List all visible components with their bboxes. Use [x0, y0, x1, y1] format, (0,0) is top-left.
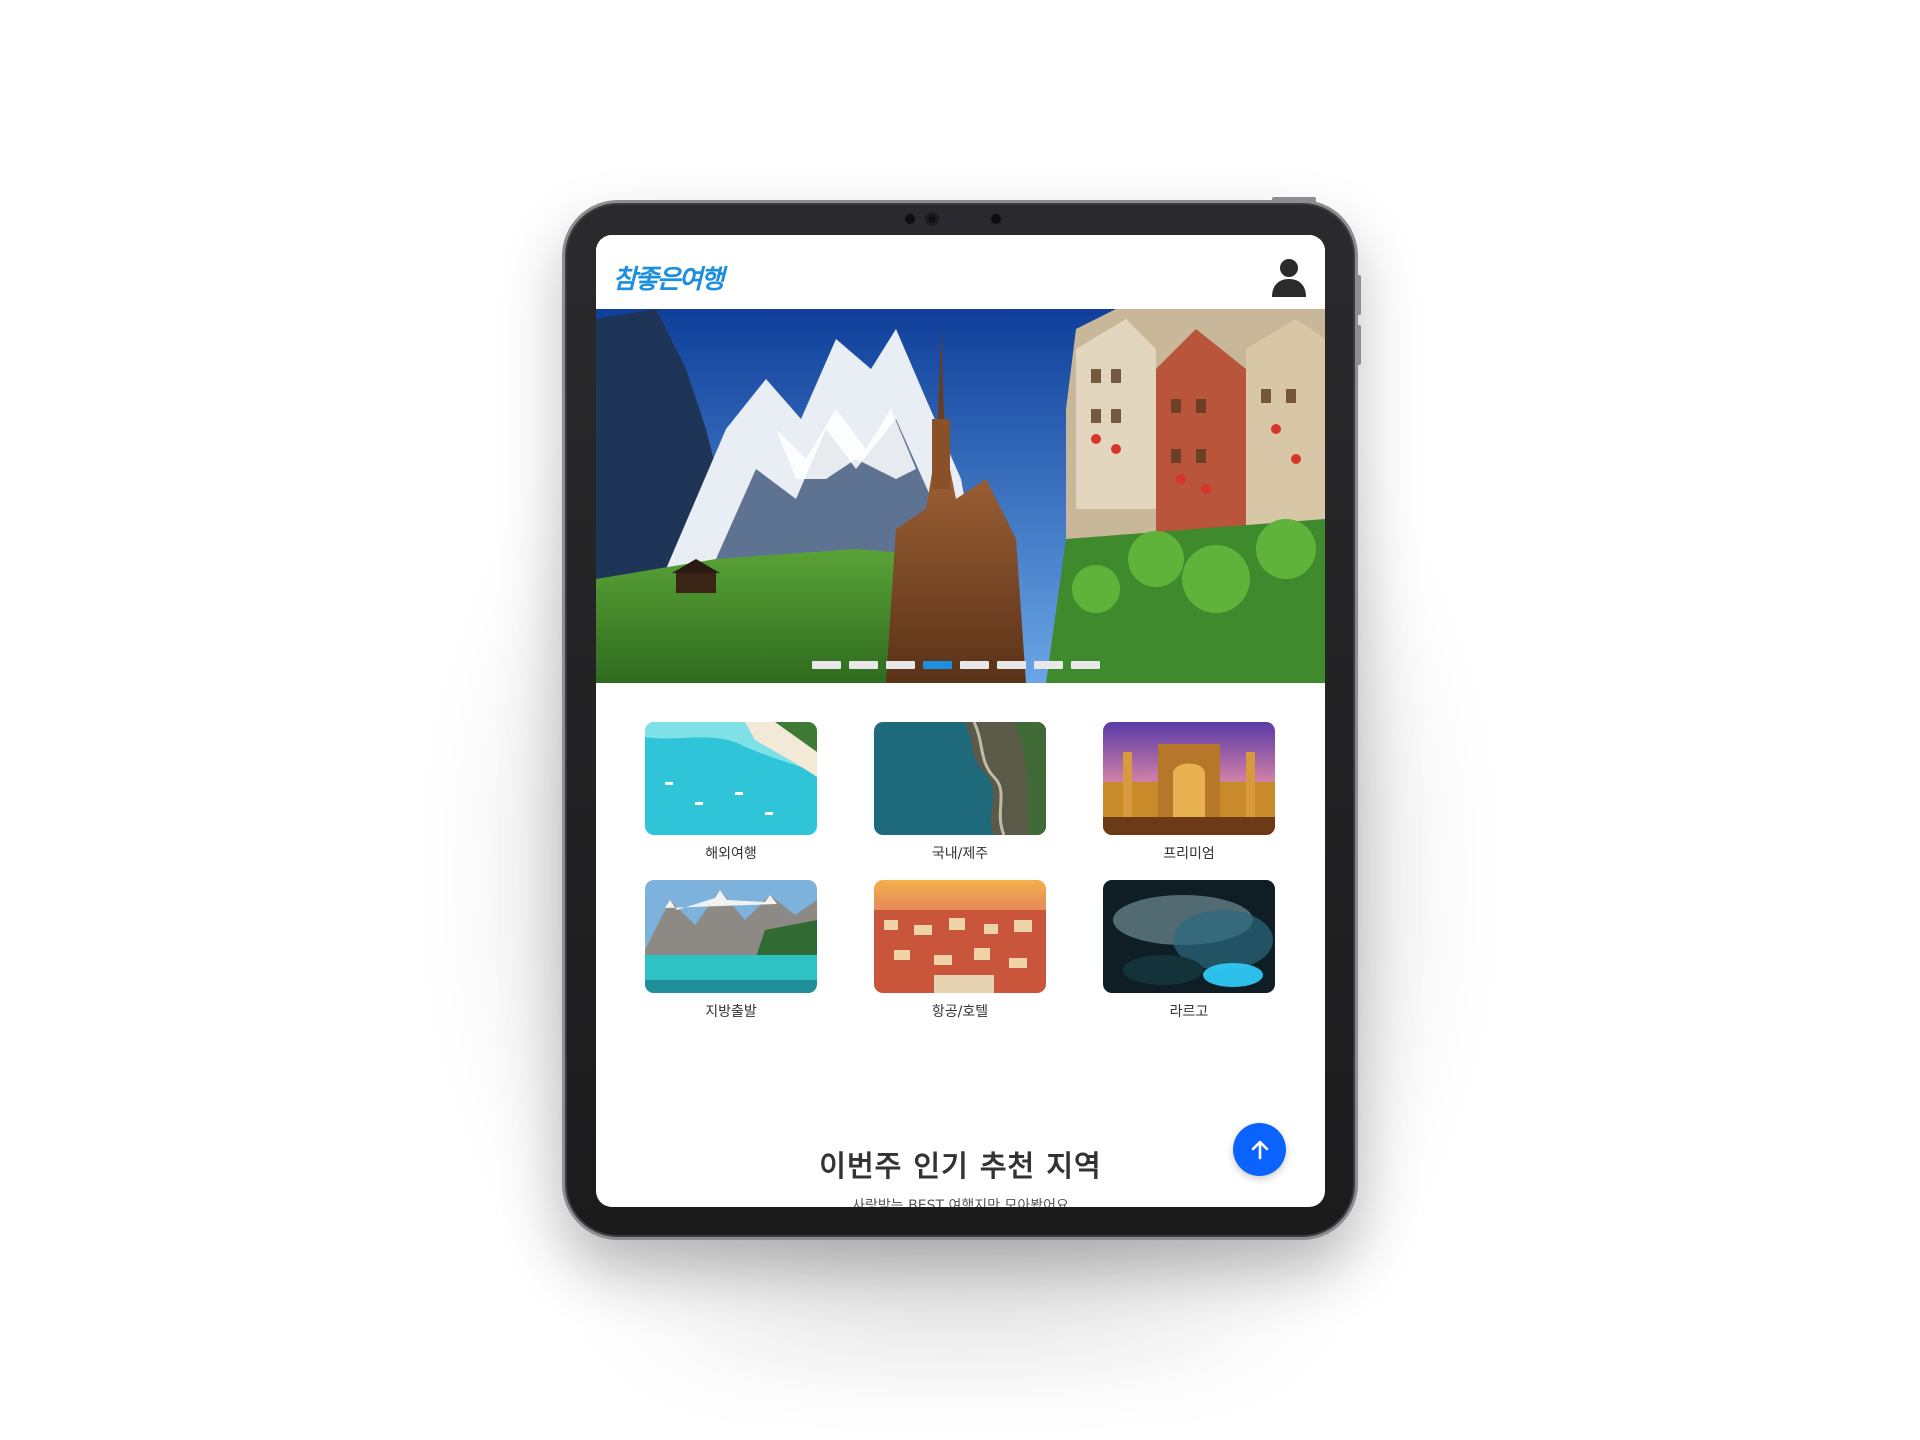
sensor-bar [905, 212, 1001, 226]
category-domestic-jeju[interactable]: 국내/제주 [874, 722, 1046, 864]
city-rooftops-image [874, 880, 1046, 993]
category-label: 해외여행 [705, 846, 757, 862]
category-label: 라르고 [1169, 1004, 1209, 1020]
app-header: 참좋은여행 [596, 235, 1325, 309]
coastal-aerial-image [874, 722, 1046, 835]
slide-indicator-6[interactable] [997, 661, 1026, 669]
sensor [991, 214, 1001, 224]
blue-cave-image [1103, 880, 1275, 993]
category-label: 국내/제주 [931, 846, 989, 862]
section-subtitle: 사랑받는 BEST 여행지만 모아봤어요 [852, 1198, 1069, 1207]
category-regional-departure[interactable]: 지방출발 [645, 880, 817, 1022]
arrow-up-icon [1251, 1140, 1268, 1159]
stage: 참좋은여행 해외여행 국내/제주 프리미엄 지방출발 항공/호텔 라르고 이번주… [0, 0, 1920, 1440]
category-label: 프리미엄 [1163, 846, 1215, 862]
samarkand-mosque-image [1103, 722, 1275, 835]
slide-indicator-3[interactable] [886, 661, 915, 669]
front-camera [925, 212, 939, 226]
mountain-lake-image [645, 880, 817, 993]
screen: 참좋은여행 해외여행 국내/제주 프리미엄 지방출발 항공/호텔 라르고 이번주… [596, 235, 1325, 1207]
beach-lagoon-image [645, 722, 817, 835]
category-grid: 해외여행 국내/제주 프리미엄 지방출발 항공/호텔 라르고 [645, 722, 1275, 1022]
hero-banner[interactable] [596, 309, 1325, 683]
hero-image [596, 309, 1325, 683]
user-icon[interactable] [1271, 257, 1307, 297]
sensor [905, 214, 915, 224]
category-label: 지방출발 [705, 1004, 757, 1020]
slide-indicators [812, 661, 1100, 669]
slide-indicator-5[interactable] [960, 661, 989, 669]
sensor [949, 217, 953, 221]
category-air-hotel[interactable]: 항공/호텔 [874, 880, 1046, 1022]
section-title: 이번주 인기 추천 지역 [819, 1149, 1102, 1183]
tablet-frame: 참좋은여행 해외여행 국내/제주 프리미엄 지방출발 항공/호텔 라르고 이번주… [562, 197, 1361, 1240]
scroll-top-button[interactable] [1233, 1123, 1286, 1176]
slide-indicator-7[interactable] [1034, 661, 1063, 669]
power-button [1272, 197, 1316, 203]
sensor [963, 217, 967, 221]
volume-up-button [1355, 275, 1361, 315]
category-label: 항공/호텔 [931, 1004, 989, 1020]
slide-indicator-4[interactable] [923, 661, 952, 669]
slide-indicator-8[interactable] [1071, 661, 1100, 669]
category-largo[interactable]: 라르고 [1103, 880, 1275, 1022]
slide-indicator-1[interactable] [812, 661, 841, 669]
brand-logo[interactable]: 참좋은여행 [613, 259, 725, 296]
category-premium[interactable]: 프리미엄 [1103, 722, 1275, 864]
volume-down-button [1355, 325, 1361, 365]
slide-indicator-2[interactable] [849, 661, 878, 669]
category-overseas[interactable]: 해외여행 [645, 722, 817, 864]
